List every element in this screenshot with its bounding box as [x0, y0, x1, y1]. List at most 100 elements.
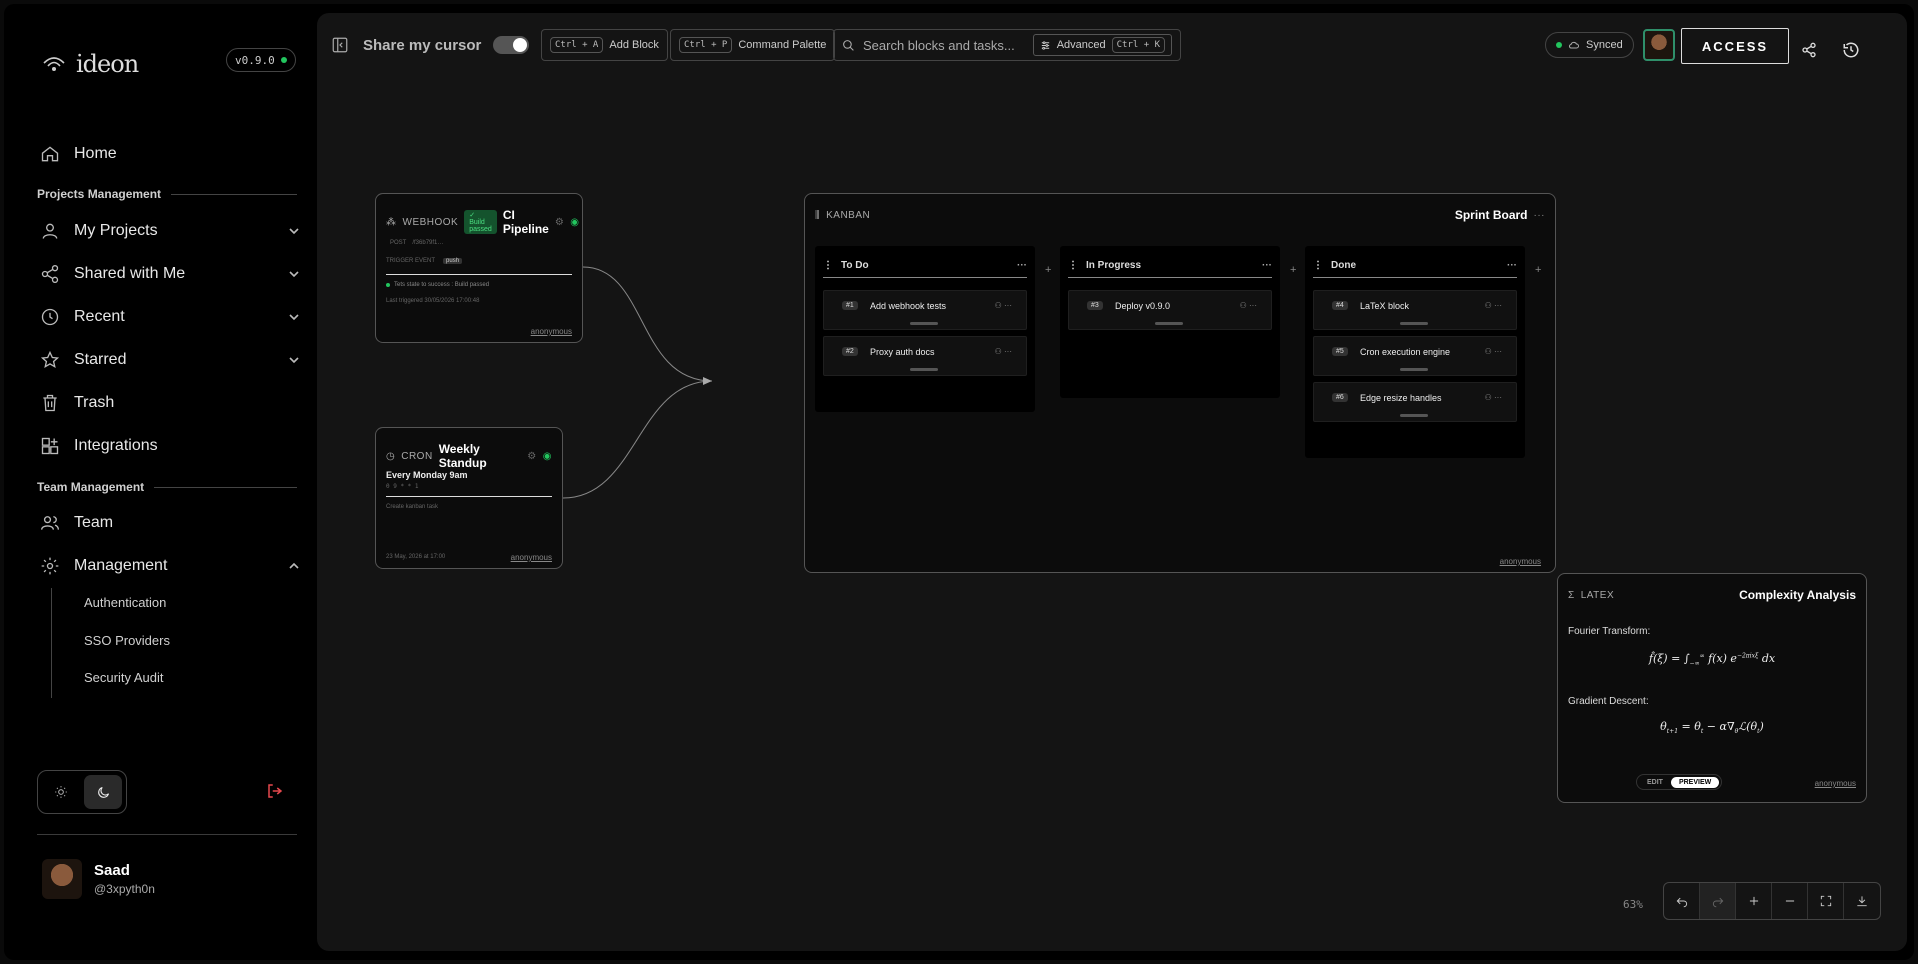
sidebar-item-starred[interactable]: Starred [40, 345, 300, 375]
trigger-label: TRIGGER EVENT [386, 258, 436, 264]
block-header: Σ LATEX Complexity Analysis [1568, 588, 1856, 602]
drag-handle-icon[interactable]: ⋮ [1313, 260, 1323, 271]
undo-button[interactable] [1664, 883, 1700, 919]
webhook-block[interactable]: ⁂ WEBHOOK ✓ Build passed CI Pipeline ⚙ ◉… [375, 193, 583, 343]
block-type: KANBAN [826, 209, 871, 221]
card-title: LaTeX block [1360, 301, 1410, 311]
chevron-down-icon[interactable] [288, 268, 300, 280]
sidebar-item-team[interactable]: Team [40, 508, 300, 538]
block-title: CI Pipeline [502, 208, 549, 236]
more-icon[interactable]: ··· [1507, 260, 1517, 271]
sidebar-item-integrations[interactable]: Integrations [40, 431, 300, 461]
cron-block[interactable]: ◷ CRON Weekly Standup ⚙ ◉ Every Monday 9… [375, 427, 563, 569]
sidebar-subitem-security-audit[interactable]: Security Audit [84, 670, 164, 685]
more-icon[interactable]: ··· [1534, 210, 1546, 221]
kanban-card[interactable]: #2 Proxy auth docs ⚇ ··· [823, 336, 1027, 376]
zoom-out-button[interactable] [1772, 883, 1808, 919]
owner-link[interactable]: anonymous [511, 553, 552, 562]
more-icon[interactable]: ··· [1017, 260, 1027, 271]
owner-link[interactable]: anonymous [1500, 557, 1541, 566]
logo-icon [43, 57, 65, 71]
sidebar-item-home[interactable]: Home [40, 139, 300, 169]
card-progress [1155, 322, 1183, 325]
drag-handle-icon[interactable]: ⋮ [1068, 260, 1078, 271]
dark-theme-button[interactable] [84, 775, 122, 809]
download-icon [1857, 896, 1867, 907]
cron-date: 23 May, 2026 at 17:00 [386, 554, 446, 560]
chevron-down-icon[interactable] [288, 354, 300, 366]
redo-button[interactable] [1700, 883, 1736, 919]
endpoint: POST /f36b79f1… [390, 240, 443, 246]
sigma-icon: Σ [1568, 589, 1575, 601]
kanban-card[interactable]: #4 LaTeX block ⚇ ··· [1313, 290, 1517, 330]
kanban-column-in-progress: ⋮ In Progress ··· #3 Deploy v0.9.0 ⚇ ··· [1060, 246, 1280, 398]
preview-tab[interactable]: PREVIEW [1670, 776, 1720, 788]
light-theme-button[interactable] [42, 775, 80, 809]
card-actions[interactable]: ⚇ ··· [995, 301, 1012, 310]
logo[interactable]: ideon [42, 50, 139, 78]
sidebar-item-label: Trash [74, 394, 115, 411]
divider [37, 834, 297, 835]
settings-icon[interactable]: ⚙ [527, 451, 536, 462]
zoom-in-button[interactable] [1736, 883, 1772, 919]
fit-view-button[interactable] [1808, 883, 1844, 919]
block-header: ⫼ KANBAN Sprint Board ··· [815, 208, 1545, 222]
settings-icon[interactable]: ⚙ [555, 217, 564, 228]
cron-schedule: Every Monday 9am [386, 470, 468, 480]
card-actions[interactable]: ⚇ ··· [1485, 301, 1502, 310]
chevron-down-icon[interactable] [288, 225, 300, 237]
add-column-button[interactable]: + [1290, 264, 1296, 276]
card-actions[interactable]: ⚇ ··· [995, 347, 1012, 356]
formula-label: Fourier Transform: [1568, 626, 1651, 637]
sidebar-item-label: Shared with Me [74, 265, 186, 282]
endpoint-path: /f36b79f1… [412, 240, 444, 246]
sidebar-item-recent[interactable]: Recent [40, 302, 300, 332]
chevron-up-icon[interactable] [288, 560, 300, 572]
card-actions[interactable]: ⚇ ··· [1485, 393, 1502, 402]
download-button[interactable] [1844, 883, 1880, 919]
block-type: CRON [401, 450, 433, 462]
sidebar-item-shared[interactable]: Shared with Me [40, 259, 300, 289]
kanban-card[interactable]: #3 Deploy v0.9.0 ⚇ ··· [1068, 290, 1272, 330]
divider [386, 496, 552, 497]
chevron-down-icon[interactable] [288, 311, 300, 323]
sidebar-item-trash[interactable]: Trash [40, 388, 300, 418]
undo-icon [1676, 897, 1687, 908]
user-profile[interactable]: Saad @3xpyth0n [42, 859, 155, 899]
drag-handle-icon[interactable]: ⋮ [823, 260, 833, 271]
card-actions[interactable]: ⚇ ··· [1240, 301, 1257, 310]
eye-icon[interactable]: ◉ [543, 451, 552, 462]
sidebar-item-my-projects[interactable]: My Projects [40, 216, 300, 246]
owner-link[interactable]: anonymous [1815, 779, 1856, 788]
more-icon[interactable]: ··· [1262, 260, 1272, 271]
latex-block[interactable]: Σ LATEX Complexity Analysis Fourier Tran… [1557, 573, 1867, 803]
edge-webhook-kanban[interactable] [582, 266, 713, 382]
kanban-card[interactable]: #6 Edge resize handles ⚇ ··· [1313, 382, 1517, 422]
sidebar-subitem-sso-providers[interactable]: SSO Providers [84, 633, 170, 648]
edge-cron-kanban[interactable] [562, 380, 713, 499]
edit-tab[interactable]: EDIT [1639, 779, 1671, 786]
kanban-card[interactable]: #5 Cron execution engine ⚇ ··· [1313, 336, 1517, 376]
kanban-column-todo: ⋮ To Do ··· #1 Add webhook tests ⚇ ··· #2 Pro… [815, 246, 1035, 412]
logout-icon[interactable] [266, 782, 284, 800]
submenu-line [51, 588, 52, 698]
card-title: Cron execution engine [1360, 347, 1451, 357]
version-badge: v0.9.0 [226, 48, 296, 72]
kanban-card[interactable]: #1 Add webhook tests ⚇ ··· [823, 290, 1027, 330]
sidebar-item-management[interactable]: Management [40, 551, 300, 581]
kanban-block[interactable]: ⫼ KANBAN Sprint Board ··· ⋮ To Do ··· #1 Ad… [804, 193, 1556, 573]
cron-expression: 0 9 * * 1 [386, 483, 419, 490]
section-team-management: Team Management [37, 480, 297, 494]
card-title: Deploy v0.9.0 [1115, 301, 1171, 311]
owner-link[interactable]: anonymous [531, 327, 572, 336]
card-actions[interactable]: ⚇ ··· [1485, 347, 1502, 356]
add-column-button[interactable]: + [1535, 264, 1541, 276]
edit-preview-toggle: EDIT PREVIEW [1636, 774, 1723, 790]
eye-icon[interactable]: ◉ [570, 217, 579, 228]
column-header: ⋮ Done ··· [1313, 254, 1517, 278]
canvas[interactable]: Share my cursor Ctrl + A Add Block Ctrl … [317, 13, 1907, 951]
user-name: Saad [94, 862, 130, 879]
add-column-button[interactable]: + [1045, 264, 1051, 276]
sidebar-subitem-authentication[interactable]: Authentication [84, 595, 166, 610]
block-title: Weekly Standup [438, 442, 487, 470]
